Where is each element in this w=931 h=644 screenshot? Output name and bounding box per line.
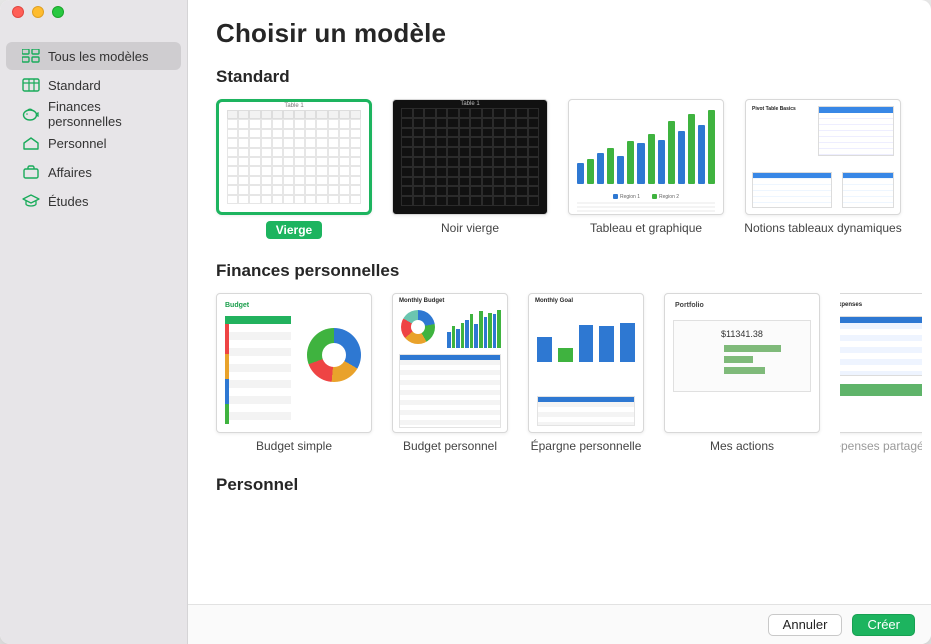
section-title-standard: Standard bbox=[216, 67, 931, 87]
zoom-icon[interactable] bbox=[52, 6, 64, 18]
template-label: Budget personnel bbox=[403, 439, 497, 453]
template-pivot[interactable]: Pivot Table Basics Notions tableaux dyna… bbox=[744, 99, 902, 239]
sidebar: Tous les modèles Standard Finances perso… bbox=[0, 0, 188, 644]
template-actions[interactable]: Portfolio $11341.38 Mes actions bbox=[664, 293, 820, 453]
grid-icon bbox=[22, 49, 40, 63]
template-blank-dark[interactable]: Table 1 bbox=[392, 99, 548, 239]
template-thumbnail: Table 1 bbox=[216, 99, 372, 215]
sidebar-item-all[interactable]: Tous les modèles bbox=[6, 42, 181, 70]
template-chooser-window: Tous les modèles Standard Finances perso… bbox=[0, 0, 931, 644]
sidebar-item-label: Études bbox=[48, 194, 88, 209]
sidebar-item-label: Affaires bbox=[48, 165, 92, 180]
close-icon[interactable] bbox=[12, 6, 24, 18]
sidebar-item-personnel[interactable]: Personnel bbox=[6, 129, 181, 157]
footer-bar: Annuler Créer bbox=[188, 604, 931, 644]
template-thumbnail: Monthly Budget bbox=[392, 293, 508, 433]
template-label: Budget simple bbox=[256, 439, 332, 453]
window-titlebar bbox=[0, 0, 64, 24]
template-depenses[interactable]: Shared Expenses Dépenses partagées bbox=[840, 293, 922, 453]
sidebar-item-label: Personnel bbox=[48, 136, 107, 151]
create-button[interactable]: Créer bbox=[852, 614, 915, 636]
template-label: Notions tableaux dynamiques bbox=[744, 221, 901, 235]
graduation-cap-icon bbox=[22, 194, 40, 208]
template-thumbnail: Portfolio $11341.38 bbox=[664, 293, 820, 433]
template-label: Dépenses partagées bbox=[840, 439, 922, 453]
template-budget-simple[interactable]: Budget Budget simple bbox=[216, 293, 372, 453]
templates-scroll-area[interactable]: Choisir un modèle Standard Table 1 bbox=[188, 0, 931, 604]
template-thumbnail: Region 1 Region 2 bbox=[568, 99, 724, 215]
templates-row-finances: Budget Budget simple Monthly Budget bbox=[216, 293, 931, 453]
section-title-finances: Finances personnelles bbox=[216, 261, 931, 281]
template-chart[interactable]: Region 1 Region 2 Tableau et graphique bbox=[568, 99, 724, 239]
house-icon bbox=[22, 136, 40, 150]
sidebar-item-label: Finances personnelles bbox=[48, 99, 171, 129]
piggy-bank-icon bbox=[22, 107, 40, 121]
sidebar-item-label: Standard bbox=[48, 78, 101, 93]
template-label: Tableau et graphique bbox=[590, 221, 702, 235]
sidebar-item-standard[interactable]: Standard bbox=[6, 71, 181, 99]
template-thumbnail: Budget bbox=[216, 293, 372, 433]
sidebar-item-finances[interactable]: Finances personnelles bbox=[6, 100, 181, 128]
template-label: Vierge bbox=[266, 221, 322, 239]
template-thumbnail: Shared Expenses bbox=[840, 293, 922, 433]
cancel-button[interactable]: Annuler bbox=[768, 614, 843, 636]
section-title-personnel: Personnel bbox=[216, 475, 931, 495]
briefcase-icon bbox=[22, 165, 40, 179]
template-budget-perso[interactable]: Monthly Budget bbox=[392, 293, 508, 453]
minimize-icon[interactable] bbox=[32, 6, 44, 18]
template-thumbnail: Pivot Table Basics bbox=[745, 99, 901, 215]
template-label: Noir vierge bbox=[441, 221, 499, 235]
template-label: Mes actions bbox=[710, 439, 774, 453]
template-label: Épargne personnelle bbox=[531, 439, 642, 453]
main-panel: Choisir un modèle Standard Table 1 bbox=[188, 0, 931, 644]
sidebar-item-label: Tous les modèles bbox=[48, 49, 148, 64]
page-title: Choisir un modèle bbox=[216, 18, 931, 49]
sidebar-item-etudes[interactable]: Études bbox=[6, 187, 181, 215]
table-icon bbox=[22, 78, 40, 92]
template-epargne[interactable]: Monthly Goal Épargne personnelle bbox=[528, 293, 644, 453]
templates-row-standard: Table 1 bbox=[216, 99, 931, 239]
sidebar-item-affaires[interactable]: Affaires bbox=[6, 158, 181, 186]
template-blank[interactable]: Table 1 bbox=[216, 99, 372, 239]
template-thumbnail: Monthly Goal bbox=[528, 293, 644, 433]
template-thumbnail: Table 1 bbox=[392, 99, 548, 215]
